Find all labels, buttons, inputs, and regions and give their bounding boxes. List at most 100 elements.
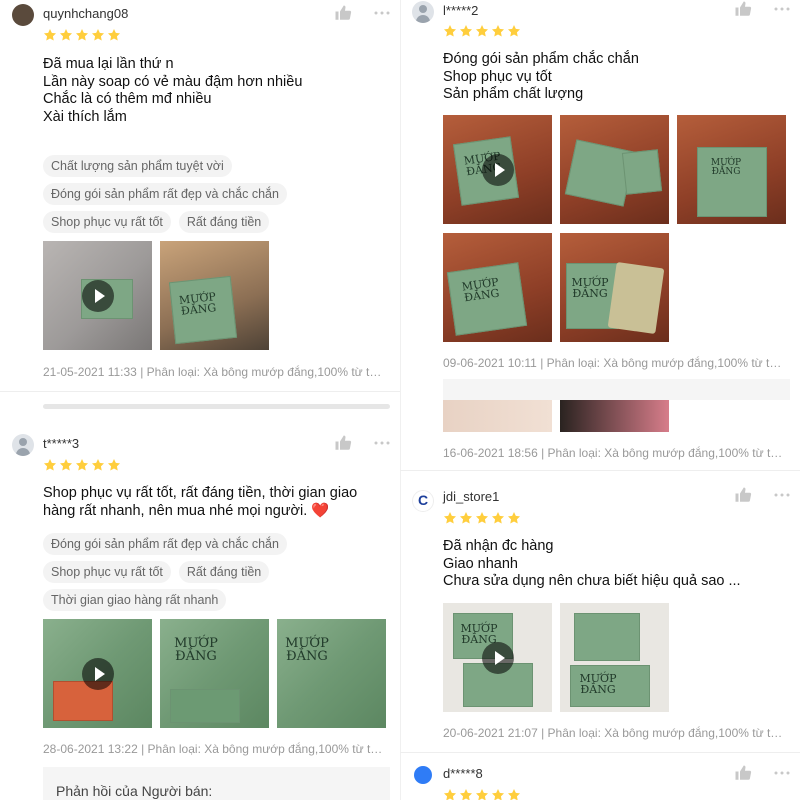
product-label: MƯỚP ĐẮNG bbox=[174, 636, 218, 664]
review-tag: Chất lượng sản phẩm tuyệt vời bbox=[43, 155, 232, 177]
review-photo[interactable] bbox=[560, 115, 669, 224]
ellipsis-icon[interactable] bbox=[373, 4, 391, 22]
review-photo[interactable] bbox=[560, 400, 669, 432]
review-tag: Thời gian giao hàng rất nhanh bbox=[43, 589, 227, 611]
review-column-right: l*****2 Đóng gói sản phẩm chắc chắn Shop… bbox=[400, 0, 800, 800]
reviewer-username[interactable]: quynhchang08 bbox=[43, 6, 128, 21]
star-icon bbox=[443, 511, 457, 525]
reviewer-username[interactable]: jdi_store1 bbox=[443, 489, 499, 504]
star-icon bbox=[475, 24, 489, 38]
star-icon bbox=[59, 28, 73, 42]
star-icon bbox=[91, 458, 105, 472]
ellipsis-icon[interactable] bbox=[773, 486, 791, 504]
play-icon[interactable] bbox=[481, 641, 514, 674]
product-label: MƯỚP ĐẮNG bbox=[579, 672, 617, 696]
star-icon bbox=[43, 28, 57, 42]
review-text: Đóng gói sản phẩm chắc chắn Shop phục vụ… bbox=[443, 51, 639, 102]
review-card: C jdi_store1 Đã nhận đc hàng Giao nhanh … bbox=[400, 480, 800, 755]
review-media: MƯỚP ĐẮNG MƯỚP ĐẮNG bbox=[443, 603, 669, 712]
thumbs-up-icon[interactable] bbox=[334, 434, 352, 452]
review-text: Đã mua lại lần thứ n Lần này soap có vẻ … bbox=[43, 56, 303, 125]
review-photo[interactable]: MƯỚP ĐẮNG bbox=[443, 233, 552, 342]
star-icon bbox=[475, 788, 489, 800]
review-media: MƯỚP ĐẮNG bbox=[43, 241, 269, 350]
ellipsis-icon[interactable] bbox=[773, 0, 791, 18]
star-icon bbox=[491, 511, 505, 525]
review-photo[interactable]: MƯỚP ĐẮNG bbox=[560, 233, 669, 342]
review-media: MƯỚP ĐẮNG MƯỚP ĐẮNG bbox=[443, 115, 786, 224]
review-tag: Rất đáng tiền bbox=[178, 211, 270, 233]
review-photo[interactable]: MƯỚP ĐẮNG bbox=[160, 241, 269, 350]
avatar[interactable] bbox=[12, 4, 34, 26]
star-rating bbox=[443, 511, 521, 525]
review-card: quynhchang08 Đã mua lại lần thứ n Lần nà… bbox=[0, 0, 400, 409]
thumbs-up-icon[interactable] bbox=[334, 4, 352, 22]
review-media: MƯỚP ĐẮNG MƯỚP ĐẮNG bbox=[43, 619, 386, 728]
review-video[interactable]: MƯỚP ĐẮNG bbox=[443, 115, 552, 224]
star-icon bbox=[43, 458, 57, 472]
review-tag: Rất đáng tiền bbox=[178, 561, 270, 583]
star-rating bbox=[443, 24, 521, 38]
thumbs-up-icon[interactable] bbox=[734, 486, 752, 504]
star-icon bbox=[459, 24, 473, 38]
star-icon bbox=[507, 24, 521, 38]
review-meta: 16-06-2021 18:56 | Phân loại: Xà bông mư… bbox=[443, 446, 788, 460]
divider bbox=[0, 391, 400, 392]
review-meta: 28-06-2021 13:22 | Phân loại: Xà bông mư… bbox=[43, 742, 388, 756]
avatar[interactable] bbox=[12, 434, 34, 456]
star-icon bbox=[443, 24, 457, 38]
review-photo[interactable]: MƯỚP ĐẮNG bbox=[160, 619, 269, 728]
review-card: t*****3 Shop phục vụ rất tốt, rất đáng t… bbox=[0, 425, 400, 800]
play-icon[interactable] bbox=[81, 657, 114, 690]
star-icon bbox=[459, 788, 473, 800]
star-icon bbox=[507, 511, 521, 525]
avatar[interactable]: C bbox=[412, 490, 434, 512]
thumbs-up-icon[interactable] bbox=[734, 764, 752, 782]
review-video[interactable] bbox=[43, 619, 152, 728]
review-text: Shop phục vụ rất tốt, rất đáng tiền, thờ… bbox=[43, 485, 358, 519]
avatar[interactable] bbox=[412, 1, 434, 23]
review-photo[interactable]: MƯỚP ĐẮNG bbox=[677, 115, 786, 224]
thumbs-up-icon[interactable] bbox=[734, 0, 752, 18]
star-icon bbox=[107, 28, 121, 42]
review-column-left: quynhchang08 Đã mua lại lần thứ n Lần nà… bbox=[0, 0, 400, 800]
star-icon bbox=[75, 28, 89, 42]
product-label: MƯỚP ĐẮNG bbox=[178, 290, 217, 318]
review-meta: 21-05-2021 11:33 | Phân loại: Xà bông mư… bbox=[43, 365, 388, 379]
star-icon bbox=[91, 28, 105, 42]
star-icon bbox=[59, 458, 73, 472]
review-photo[interactable]: MƯỚP ĐẮNG bbox=[277, 619, 386, 728]
review-photo[interactable]: MƯỚP ĐẮNG bbox=[560, 603, 669, 712]
star-rating bbox=[43, 28, 121, 42]
horizontal-scrollbar[interactable] bbox=[43, 404, 390, 409]
reviewer-username[interactable]: d*****8 bbox=[443, 766, 483, 781]
product-label: MƯỚP ĐẮNG bbox=[285, 636, 329, 664]
avatar[interactable] bbox=[412, 764, 434, 786]
product-label: MƯỚP ĐẮNG bbox=[571, 276, 609, 300]
star-icon bbox=[443, 788, 457, 800]
star-icon bbox=[459, 511, 473, 525]
star-icon bbox=[75, 458, 89, 472]
play-icon[interactable] bbox=[481, 153, 514, 186]
reviewer-username[interactable]: t*****3 bbox=[43, 436, 79, 451]
review-tag: Shop phục vụ rất tốt bbox=[43, 211, 171, 233]
review-tag: Đóng gói sản phẩm rất đẹp và chắc chắn bbox=[43, 533, 287, 555]
seller-reply: Phản hồi của Người bán: bbox=[43, 767, 390, 800]
star-icon bbox=[491, 24, 505, 38]
review-tag: Shop phục vụ rất tốt bbox=[43, 561, 171, 583]
review-photo[interactable] bbox=[443, 400, 552, 432]
ellipsis-icon[interactable] bbox=[373, 434, 391, 452]
star-icon bbox=[507, 788, 521, 800]
star-icon bbox=[491, 788, 505, 800]
review-text: Đã nhận đc hàng Giao nhanh Chưa sửa dụng… bbox=[443, 538, 741, 589]
review-video[interactable] bbox=[43, 241, 152, 350]
seller-reply bbox=[443, 379, 790, 400]
play-icon[interactable] bbox=[81, 279, 114, 312]
product-label: MƯỚP ĐẮNG bbox=[461, 275, 501, 305]
review-tags: Đóng gói sản phẩm rất đẹp và chắc chắn S… bbox=[43, 533, 383, 611]
divider bbox=[400, 470, 800, 471]
reviewer-username[interactable]: l*****2 bbox=[443, 3, 478, 18]
star-icon bbox=[475, 511, 489, 525]
review-video[interactable]: MƯỚP ĐẮNG bbox=[443, 603, 552, 712]
ellipsis-icon[interactable] bbox=[773, 764, 791, 782]
